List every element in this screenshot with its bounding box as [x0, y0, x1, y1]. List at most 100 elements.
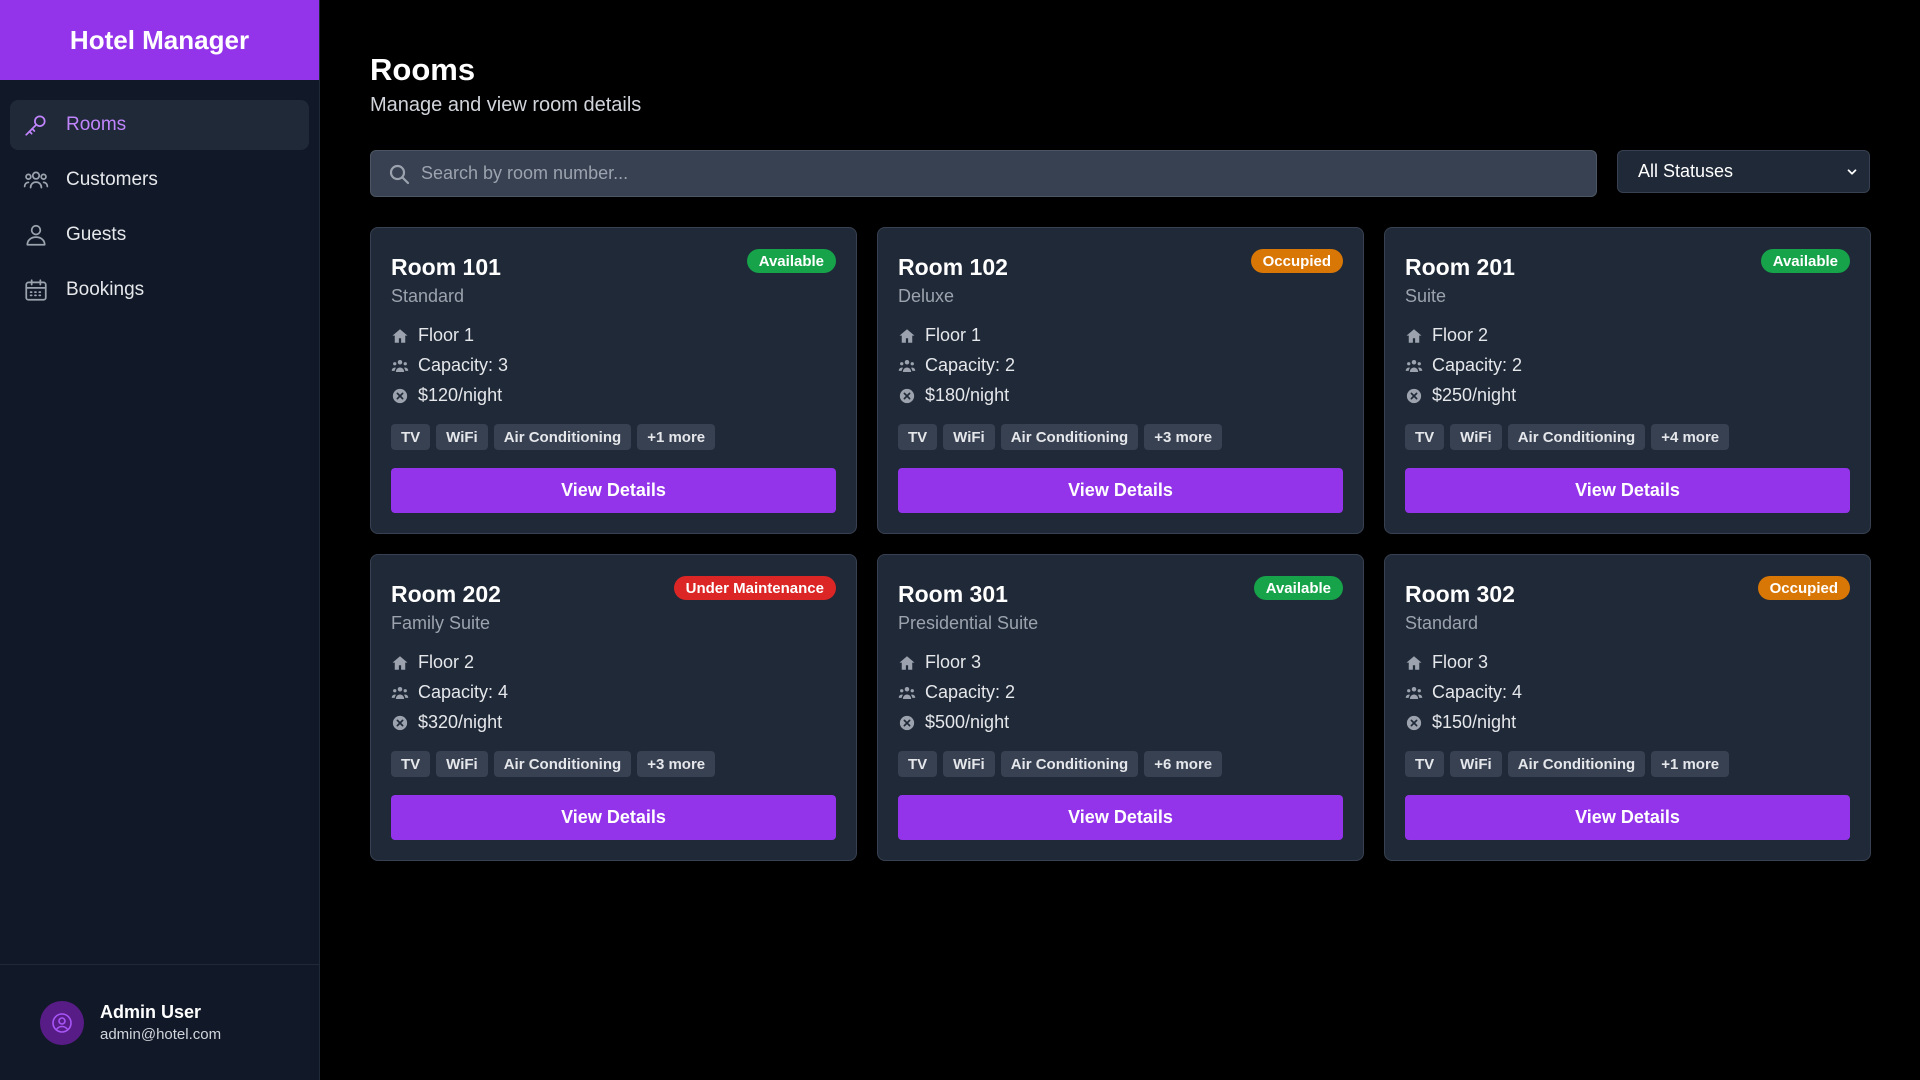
sidebar-nav: Rooms Customers Guests Bookings [0, 80, 319, 315]
room-capacity: Capacity: 3 [391, 355, 508, 376]
room-name: Room 301 [898, 581, 1008, 607]
page-subtitle: Manage and view room details [370, 94, 642, 116]
status-badge: Available [1760, 249, 1850, 273]
amenity-tag: +4 more [1651, 424, 1730, 450]
amenity-tags: TV WiFi Air Conditioning +1 more [391, 424, 716, 450]
room-grid: Room 101 Standard Available Floor 1 Capa… [370, 227, 1871, 861]
view-details-button[interactable]: View Details [898, 795, 1343, 840]
coin-icon [391, 387, 409, 405]
amenity-tags: TV WiFi Air Conditioning +4 more [1405, 424, 1730, 450]
amenity-tags: TV WiFi Air Conditioning +1 more [1405, 751, 1730, 777]
home-icon [391, 654, 409, 672]
home-icon [898, 654, 916, 672]
search-input[interactable] [421, 163, 1521, 184]
room-price: $180/night [898, 385, 1009, 406]
room-type: Deluxe [898, 286, 955, 306]
amenity-tag: WiFi [943, 424, 995, 450]
view-details-button[interactable]: View Details [391, 795, 836, 840]
room-floor: Floor 1 [391, 325, 474, 346]
search-icon [387, 162, 411, 186]
capacity-text: Capacity: 4 [418, 682, 509, 702]
room-card: Room 102 Deluxe Occupied Floor 1 Capacit… [877, 227, 1364, 534]
status-badge: Under Maintenance [673, 576, 836, 600]
room-capacity: Capacity: 2 [1405, 355, 1522, 376]
room-price: $120/night [391, 385, 502, 406]
coin-icon [898, 387, 916, 405]
users-icon [391, 684, 409, 702]
sidebar-item-rooms[interactable]: Rooms [10, 100, 309, 150]
room-floor: Floor 2 [1405, 325, 1488, 346]
view-details-button[interactable]: View Details [1405, 795, 1850, 840]
price-text: $250/night [1432, 385, 1517, 405]
room-price: $150/night [1405, 712, 1516, 733]
room-capacity: Capacity: 2 [898, 355, 1015, 376]
amenity-tag: WiFi [943, 751, 995, 777]
home-icon [1405, 327, 1423, 345]
users-icon [898, 684, 916, 702]
user-name: Admin User [100, 1002, 202, 1022]
room-type: Presidential Suite [898, 613, 1039, 633]
amenity-tag: +1 more [637, 424, 716, 450]
room-card: Room 202 Family Suite Under Maintenance … [370, 554, 857, 861]
sidebar-item-guests[interactable]: Guests [10, 210, 309, 260]
price-text: $120/night [418, 385, 503, 405]
view-details-button[interactable]: View Details [1405, 468, 1850, 513]
room-floor: Floor 3 [1405, 652, 1488, 673]
users-icon [1405, 357, 1423, 375]
amenity-tag: +3 more [637, 751, 716, 777]
home-icon [1405, 654, 1423, 672]
amenity-tags: TV WiFi Air Conditioning +3 more [391, 751, 716, 777]
sidebar: Hotel Manager Rooms Customers Guests Boo… [0, 0, 320, 1080]
room-price: $250/night [1405, 385, 1516, 406]
amenity-tag: WiFi [1450, 751, 1502, 777]
floor-text: Floor 1 [418, 325, 475, 345]
status-badge: Available [1253, 576, 1343, 600]
amenity-tags: TV WiFi Air Conditioning +6 more [898, 751, 1223, 777]
amenity-tag: Air Conditioning [1507, 751, 1646, 777]
floor-text: Floor 1 [925, 325, 982, 345]
status-filter-value: All Statuses [1638, 161, 1734, 181]
room-card: Room 101 Standard Available Floor 1 Capa… [370, 227, 857, 534]
amenity-tag: TV [1405, 424, 1445, 450]
price-text: $150/night [1432, 712, 1517, 732]
room-name: Room 302 [1405, 581, 1515, 607]
coin-icon [1405, 387, 1423, 405]
amenity-tag: WiFi [436, 751, 488, 777]
user-email: admin@hotel.com [100, 1026, 222, 1043]
capacity-text: Capacity: 2 [925, 355, 1016, 375]
sidebar-item-label: Guests [66, 224, 127, 245]
room-price: $500/night [898, 712, 1009, 733]
view-details-button[interactable]: View Details [391, 468, 836, 513]
user-icon [22, 221, 50, 249]
user-info: Admin User admin@hotel.com [100, 1002, 221, 1043]
coin-icon [391, 714, 409, 732]
room-floor: Floor 3 [898, 652, 981, 673]
floor-text: Floor 2 [1432, 325, 1489, 345]
amenity-tag: Air Conditioning [493, 424, 632, 450]
home-icon [898, 327, 916, 345]
user-profile[interactable]: Admin User admin@hotel.com [0, 964, 319, 1080]
room-capacity: Capacity: 4 [1405, 682, 1522, 703]
floor-text: Floor 3 [1432, 652, 1489, 672]
users-icon [1405, 684, 1423, 702]
sidebar-item-label: Customers [66, 169, 158, 190]
room-card: Room 201 Suite Available Floor 2 Capacit… [1384, 227, 1871, 534]
amenity-tag: TV [898, 751, 938, 777]
room-card: Room 301 Presidential Suite Available Fl… [877, 554, 1364, 861]
room-type: Standard [391, 286, 465, 306]
capacity-text: Capacity: 3 [418, 355, 509, 375]
price-text: $320/night [418, 712, 503, 732]
sidebar-item-customers[interactable]: Customers [10, 155, 309, 205]
amenity-tag: TV [391, 751, 431, 777]
amenity-tags: TV WiFi Air Conditioning +3 more [898, 424, 1223, 450]
view-details-button[interactable]: View Details [898, 468, 1343, 513]
search-bar[interactable] [370, 150, 1597, 197]
price-text: $500/night [925, 712, 1010, 732]
sidebar-item-bookings[interactable]: Bookings [10, 265, 309, 315]
room-type: Standard [1405, 613, 1479, 633]
amenity-tag: WiFi [1450, 424, 1502, 450]
room-type: Family Suite [391, 613, 491, 633]
amenity-tag: Air Conditioning [493, 751, 632, 777]
capacity-text: Capacity: 2 [1432, 355, 1523, 375]
status-filter-select[interactable]: All Statuses [1617, 150, 1870, 193]
